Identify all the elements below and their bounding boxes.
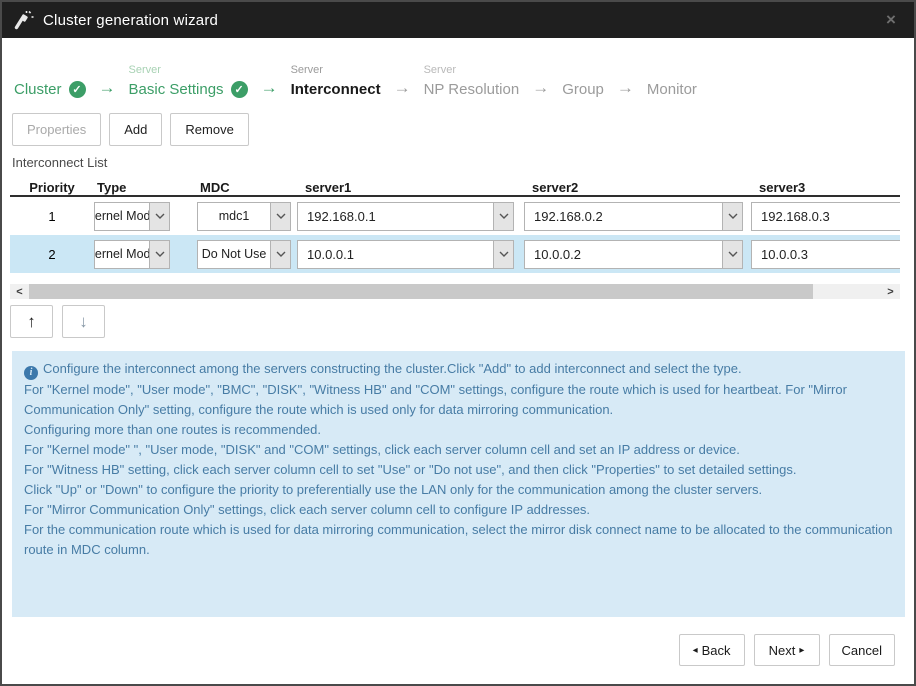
table-row[interactable]: 1 Kernel Mode mdc1 192.168.0.1 192.168.0… xyxy=(10,197,900,235)
back-arrow-icon: ◂ xyxy=(693,645,698,656)
step-cluster[interactable]: Cluster ✓ xyxy=(14,62,86,100)
info-line: iConfigure the interconnect among the se… xyxy=(24,359,893,380)
priority-cell: 1 xyxy=(10,209,94,224)
toolbar: Properties Add Remove xyxy=(2,100,914,146)
col-header-mdc: MDC xyxy=(197,180,291,195)
interconnect-table: Priority Type MDC server1 server2 server… xyxy=(10,175,900,273)
chevron-down-icon[interactable] xyxy=(149,203,169,230)
step-interconnect[interactable]: Server Interconnect xyxy=(291,62,381,100)
col-header-server1: server1 xyxy=(297,180,514,195)
chevron-down-icon[interactable] xyxy=(270,241,290,268)
window-title: Cluster generation wizard xyxy=(43,12,218,29)
list-title: Interconnect List xyxy=(2,146,914,175)
titlebar: Cluster generation wizard × xyxy=(2,2,914,38)
scrollbar-thumb[interactable] xyxy=(29,284,813,299)
step-basic-settings-label: Basic Settings xyxy=(129,81,224,98)
arrow-right-icon: → xyxy=(617,77,634,100)
step-np-resolution[interactable]: Server NP Resolution xyxy=(424,62,520,100)
server2-combobox[interactable]: 10.0.0.2 xyxy=(524,240,743,269)
cancel-button[interactable]: Cancel xyxy=(829,634,895,666)
remove-button[interactable]: Remove xyxy=(170,113,248,146)
step-interconnect-label: Interconnect xyxy=(291,81,381,98)
info-line: For "Kernel mode" ", "User mode, "DISK" … xyxy=(24,440,893,460)
info-line: Click "Up" or "Down" to configure the pr… xyxy=(24,480,893,500)
chevron-down-icon[interactable] xyxy=(270,203,290,230)
info-line: For "Witness HB" setting, click each ser… xyxy=(24,460,893,480)
mdc-select[interactable]: Do Not Use xyxy=(197,240,291,269)
chevron-down-icon[interactable] xyxy=(149,241,169,268)
scroll-left-icon[interactable]: < xyxy=(10,284,29,299)
step-group-label: Group xyxy=(562,81,604,98)
chevron-down-icon[interactable] xyxy=(722,241,742,268)
type-select[interactable]: Kernel Mode xyxy=(94,240,170,269)
info-icon: i xyxy=(24,366,38,380)
col-header-server2: server2 xyxy=(524,180,743,195)
arrow-right-icon: → xyxy=(532,77,549,100)
check-circle-icon: ✓ xyxy=(69,81,86,98)
step-basic-settings[interactable]: Server Basic Settings ✓ xyxy=(129,62,248,100)
chevron-down-icon[interactable] xyxy=(722,203,742,230)
server1-combobox[interactable]: 10.0.0.1 xyxy=(297,240,514,269)
info-box: iConfigure the interconnect among the se… xyxy=(12,351,905,617)
step-cluster-label: Cluster xyxy=(14,81,62,98)
info-line: For the communication route which is use… xyxy=(24,520,893,560)
down-button[interactable]: ↓ xyxy=(62,305,105,338)
scroll-right-icon[interactable]: > xyxy=(881,284,900,299)
scrollbar-track[interactable] xyxy=(813,284,881,299)
arrow-right-icon: → xyxy=(261,77,278,100)
wizard-steps: Cluster ✓ → Server Basic Settings ✓ → Se… xyxy=(2,38,914,100)
step-np-resolution-label: NP Resolution xyxy=(424,81,520,98)
next-button[interactable]: Next ▸ xyxy=(754,634,820,666)
properties-button[interactable]: Properties xyxy=(12,113,101,146)
server3-combobox[interactable]: 192.168.0.3 xyxy=(751,202,900,231)
back-button[interactable]: ◂ Back xyxy=(679,634,745,666)
step-monitor[interactable]: Monitor xyxy=(647,62,697,100)
footer: ◂ Back Next ▸ Cancel xyxy=(2,634,895,666)
info-line: For "Mirror Communication Only" settings… xyxy=(24,500,893,520)
step-monitor-label: Monitor xyxy=(647,81,697,98)
priority-cell: 2 xyxy=(10,247,94,262)
server2-combobox[interactable]: 192.168.0.2 xyxy=(524,202,743,231)
info-line: Configuring more than one routes is reco… xyxy=(24,420,893,440)
close-icon[interactable]: × xyxy=(880,10,902,30)
chevron-down-icon[interactable] xyxy=(493,241,513,268)
wand-icon xyxy=(14,10,34,30)
col-header-server3: server3 xyxy=(751,180,900,195)
arrow-right-icon: → xyxy=(394,77,411,100)
add-button[interactable]: Add xyxy=(109,113,162,146)
arrow-right-icon: → xyxy=(99,77,116,100)
type-select[interactable]: Kernel Mode xyxy=(94,202,170,231)
check-circle-icon: ✓ xyxy=(231,81,248,98)
info-line: For "Kernel mode", "User mode", "BMC", "… xyxy=(24,380,893,420)
chevron-down-icon[interactable] xyxy=(493,203,513,230)
server1-combobox[interactable]: 192.168.0.1 xyxy=(297,202,514,231)
horizontal-scrollbar[interactable]: < > xyxy=(10,284,900,299)
table-row[interactable]: 2 Kernel Mode Do Not Use 10.0.0.1 10.0.0… xyxy=(10,235,900,273)
col-header-priority: Priority xyxy=(10,180,94,195)
server3-combobox[interactable]: 10.0.0.3 xyxy=(751,240,900,269)
up-button[interactable]: ↑ xyxy=(10,305,53,338)
next-arrow-icon: ▸ xyxy=(799,645,804,656)
table-header: Priority Type MDC server1 server2 server… xyxy=(10,175,900,197)
priority-updown: ↑ ↓ xyxy=(10,305,914,338)
mdc-select[interactable]: mdc1 xyxy=(197,202,291,231)
step-group[interactable]: Group xyxy=(562,62,604,100)
col-header-type: Type xyxy=(94,180,170,195)
